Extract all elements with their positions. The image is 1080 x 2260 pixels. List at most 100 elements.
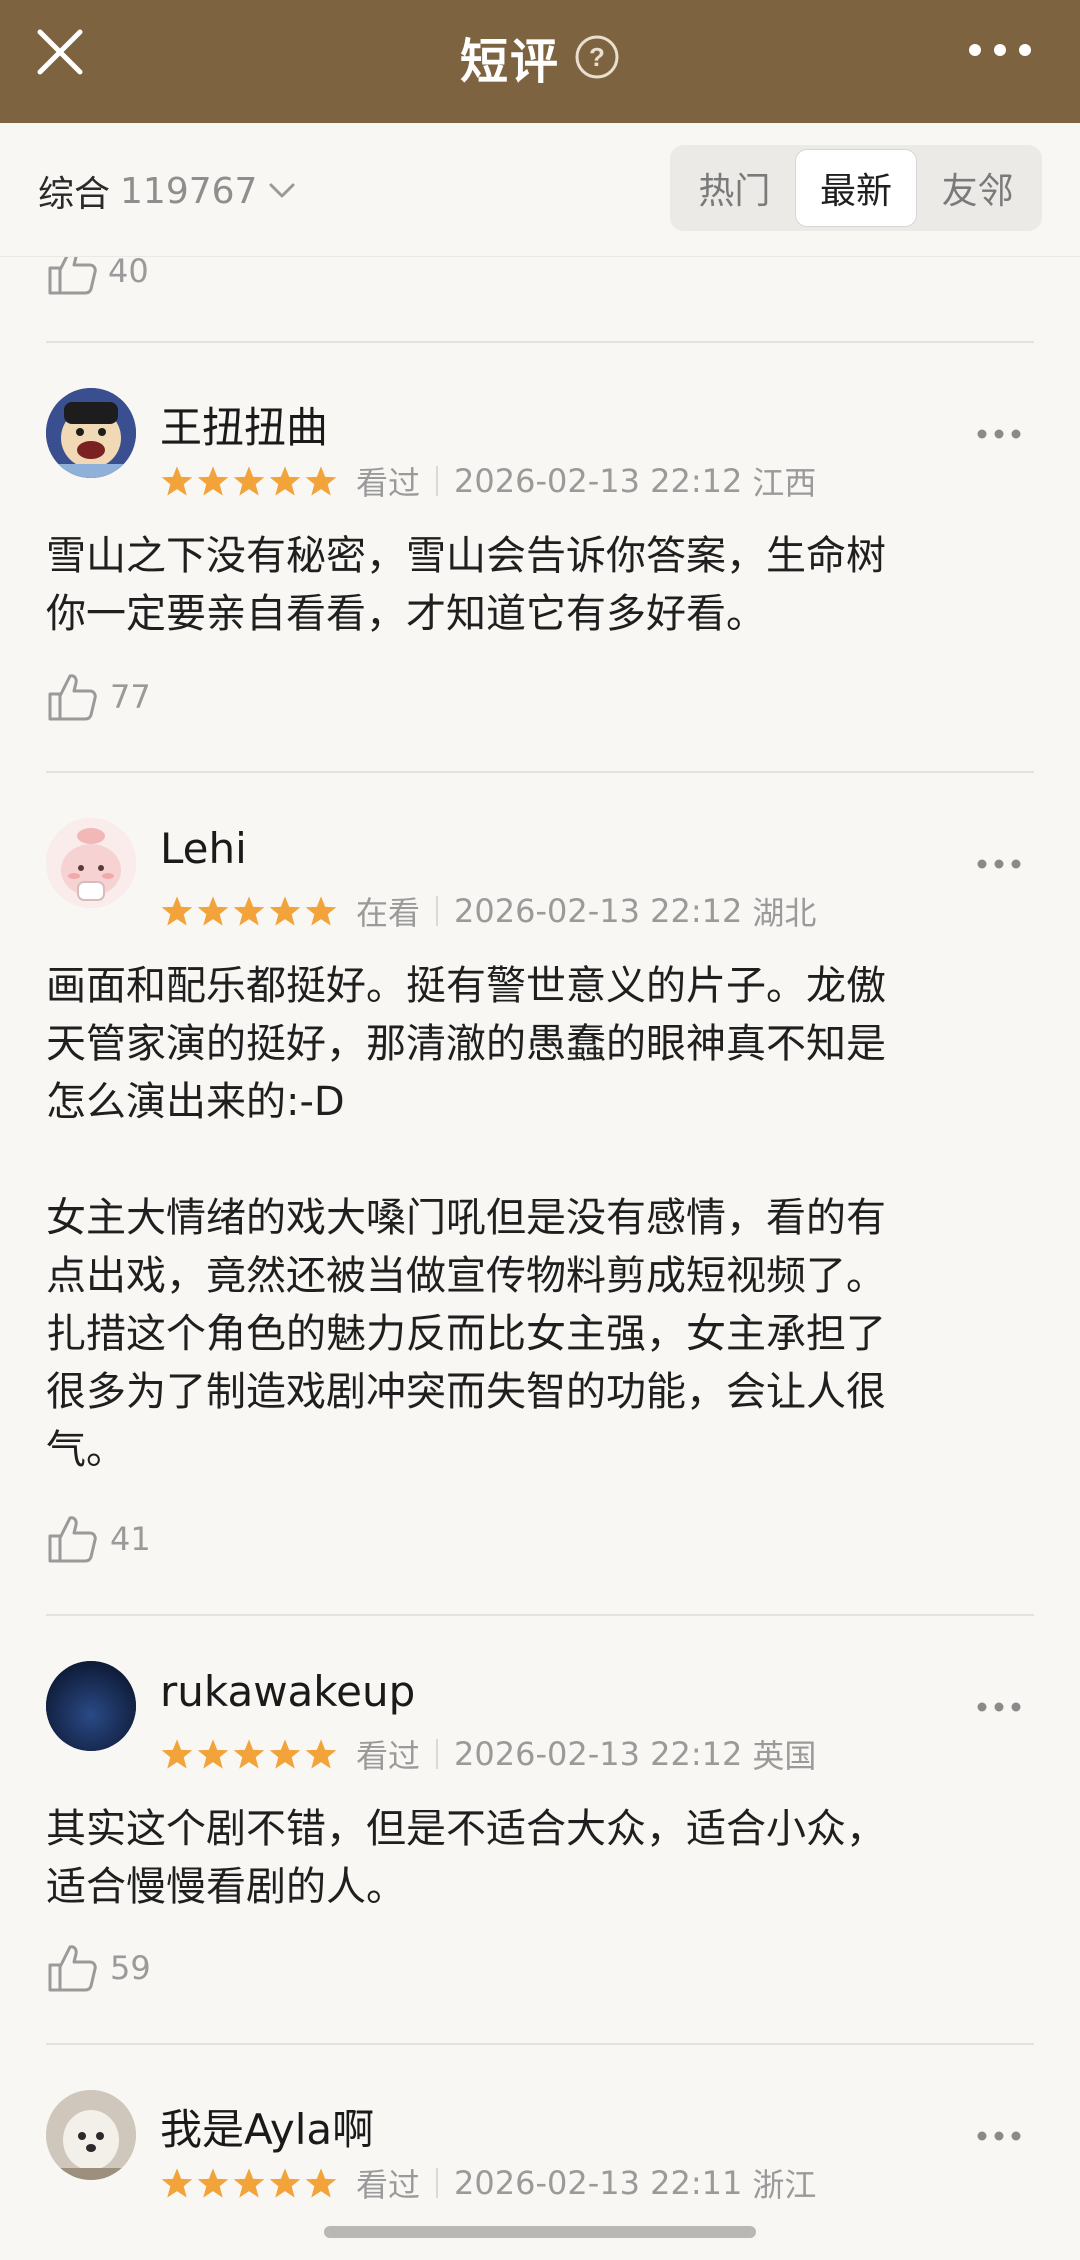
star-icon (197, 2168, 229, 2198)
username[interactable]: 王扭扭曲 (160, 394, 328, 455)
star-icon (233, 2168, 265, 2198)
meta-separator (436, 2168, 439, 2198)
help-icon[interactable]: ? (574, 34, 620, 80)
avatar[interactable] (46, 818, 136, 908)
review-more-button[interactable] (964, 2116, 1034, 2156)
avatar-image (46, 388, 136, 478)
star-icon (269, 466, 301, 496)
header-more-button[interactable] (960, 30, 1040, 70)
rating-stars (160, 895, 338, 927)
more-icon (977, 2131, 1021, 2141)
more-icon (977, 859, 1021, 869)
review-text: 雪山之下没有秘密，雪山会告诉你答案，生命树 你一定要亲自看看，才知道它有多好看。 (46, 533, 886, 637)
review-meta: 看过 2026-02-13 22:12 江西 (160, 458, 816, 504)
like-count: 77 (110, 678, 151, 716)
tab-hot[interactable]: 热门 (674, 149, 795, 227)
review-location: 英国 (752, 1737, 817, 1775)
title-group: 短评 ? (460, 22, 620, 92)
thumbs-up-icon (48, 1945, 97, 1992)
more-icon (977, 1702, 1021, 1712)
help-symbol: ? (589, 42, 605, 72)
watch-status: 看过 (356, 464, 421, 502)
watch-status: 在看 (356, 894, 421, 932)
star-icon (269, 896, 301, 926)
username[interactable]: 我是Ayla啊 (160, 2096, 374, 2157)
review-text: 其实这个剧不错，但是不适合大众，适合小众， 适合慢慢看剧的人。 (46, 1806, 886, 1910)
divider (46, 1614, 1034, 1616)
sort-label: 综合 (38, 174, 111, 215)
thumbs-up-icon (48, 674, 97, 721)
sort-tabs: 热门 最新 友邻 (670, 145, 1042, 231)
review-more-button[interactable] (964, 844, 1034, 884)
star-icon (197, 896, 229, 926)
star-icon (197, 466, 229, 496)
review-datetime: 2026-02-13 22:12 (454, 1735, 743, 1773)
star-icon (305, 1739, 337, 1769)
username[interactable]: rukawakeup (160, 1667, 415, 1716)
rating-stars (160, 465, 338, 497)
star-icon (269, 2168, 301, 2198)
avatar-image (46, 1661, 136, 1751)
home-indicator[interactable] (324, 2226, 756, 2238)
thumbs-up-icon (48, 1516, 97, 1563)
like-count: 59 (110, 1949, 151, 1987)
star-icon (269, 1739, 301, 1769)
review-location: 浙江 (752, 2166, 817, 2204)
star-icon (305, 2168, 337, 2198)
avatar[interactable] (46, 2090, 136, 2180)
filter-bar: 综合 119767 热门 最新 友邻 (0, 123, 1080, 257)
like-button[interactable]: 41 (46, 1514, 151, 1564)
star-icon (161, 2168, 193, 2198)
more-icon (977, 429, 1021, 439)
like-count: 40 (108, 252, 149, 290)
review-datetime: 2026-02-13 22:12 (454, 892, 743, 930)
review-datetime: 2026-02-13 22:11 (454, 2164, 743, 2202)
review-location: 江西 (752, 464, 817, 502)
divider (46, 341, 1034, 343)
meta-separator (436, 466, 439, 496)
like-button[interactable]: 77 (46, 672, 151, 722)
star-icon (197, 1739, 229, 1769)
review-text: 画面和配乐都挺好。挺有警世意义的片子。龙傲 天管家演的挺好，那清澈的愚蠢的眼神真… (46, 963, 886, 1473)
chevron-down-icon (269, 183, 295, 198)
review-datetime: 2026-02-13 22:12 (454, 462, 743, 500)
review-meta: 看过 2026-02-13 22:12 英国 (160, 1731, 816, 1777)
review-meta: 在看 2026-02-13 22:12 湖北 (160, 888, 816, 934)
star-icon (305, 466, 337, 496)
page-title: 短评 (459, 33, 560, 90)
star-icon (305, 896, 337, 926)
sort-dropdown[interactable]: 综合 119767 (38, 165, 295, 217)
rating-stars (160, 2167, 338, 2199)
star-icon (161, 466, 193, 496)
close-icon (37, 29, 83, 75)
divider (46, 2043, 1034, 2045)
review-location: 湖北 (752, 894, 817, 932)
like-button[interactable]: 59 (46, 1943, 151, 1993)
review-more-button[interactable] (964, 414, 1034, 454)
avatar-image (46, 2090, 136, 2180)
tab-friends[interactable]: 友邻 (917, 149, 1038, 227)
meta-separator (436, 1739, 439, 1769)
review-count: 119767 (120, 170, 258, 212)
like-count: 41 (110, 1520, 151, 1558)
review-meta: 看过 2026-02-13 22:11 浙江 (160, 2160, 816, 2206)
rating-stars (160, 1738, 338, 1770)
divider (46, 771, 1034, 773)
watch-status: 看过 (356, 1737, 421, 1775)
tab-latest[interactable]: 最新 (794, 149, 918, 227)
star-icon (161, 896, 193, 926)
star-icon (233, 896, 265, 926)
avatar-image (46, 818, 136, 908)
meta-separator (436, 896, 439, 926)
avatar[interactable] (46, 1661, 136, 1751)
username[interactable]: Lehi (160, 824, 247, 873)
watch-status: 看过 (356, 2166, 421, 2204)
more-icon (969, 44, 1031, 56)
star-icon (233, 466, 265, 496)
app-header: 短评 ? (0, 0, 1080, 123)
review-more-button[interactable] (964, 1687, 1034, 1727)
star-icon (161, 1739, 193, 1769)
star-icon (233, 1739, 265, 1769)
close-button[interactable] (28, 20, 92, 84)
avatar[interactable] (46, 388, 136, 478)
